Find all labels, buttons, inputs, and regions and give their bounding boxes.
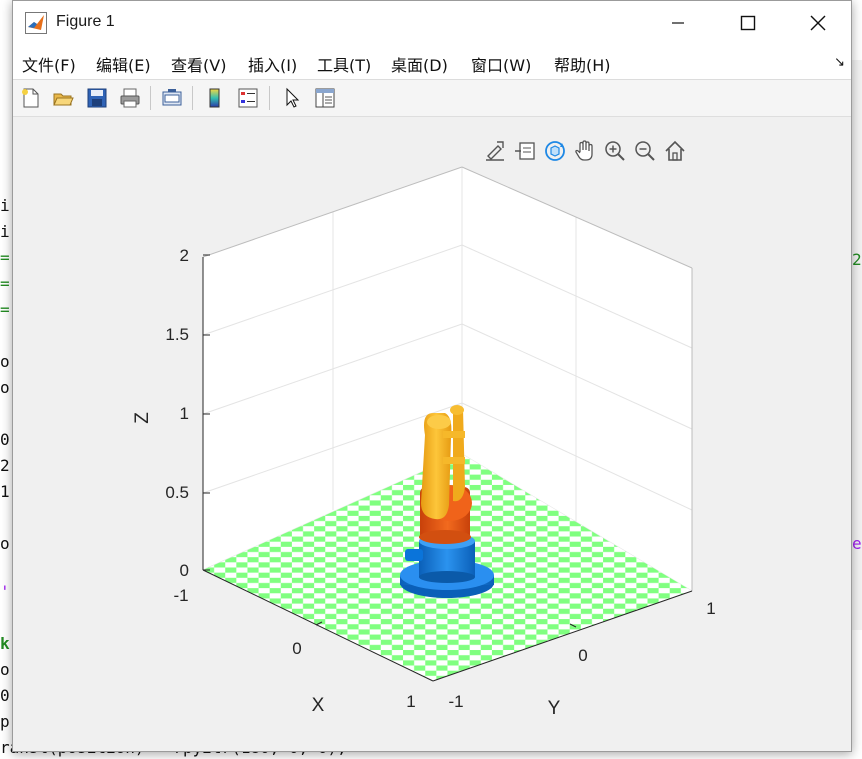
y-tick-label: 1 [706,599,715,618]
menu-insert[interactable]: 插入(I) [248,52,297,76]
matlab-logo-icon [25,12,47,34]
z-tick-label: 2 [180,246,189,265]
maximize-icon [740,15,756,31]
y-axis-label: Y [548,698,561,719]
z-tick-label: 1 [180,404,189,423]
link-plot-icon [162,89,182,106]
plot-area: 2 1.5 1 0.5 0 -1 0 1 -1 0 1 Z X Y [13,117,851,751]
x-tick-label: -1 [173,586,188,605]
pointer-arrow-icon [286,87,300,108]
colorbar-icon [209,88,220,108]
robot-arm-crossbar [443,431,465,438]
code-fragment: k [0,634,10,653]
robot-upper-arm [421,413,452,520]
code-fragment: o [0,534,10,553]
menu-view[interactable]: 查看(V) [171,52,226,76]
window-title: Figure 1 [56,13,115,30]
minimize-button[interactable] [643,1,713,45]
z-tick-label: 0 [180,561,189,580]
new-file-icon [22,88,39,108]
toolbar-separator [192,86,193,110]
robot-elbow-cap [450,405,464,415]
menu-desktop[interactable]: 桌面(D) [391,52,448,76]
code-fragment: o [0,660,10,679]
colorbar-button[interactable] [202,85,228,111]
property-inspector-icon [315,88,335,108]
x-tick-label: 0 [292,639,301,658]
z-axis-label: Z [132,412,153,424]
edit-plot-button[interactable] [279,85,305,111]
maximize-button[interactable] [713,1,783,45]
menu-bar: 文件(F) 编辑(E) 查看(V) 插入(I) 工具(T) 桌面(D) 窗口(W… [13,45,851,80]
code-fragment: = [0,248,10,267]
code-fragment: 0 [0,430,10,449]
y-tick-label: -1 [448,692,463,711]
robot-base-column-bottom [419,571,475,583]
axes-3d[interactable]: 2 1.5 1 0.5 0 -1 0 1 -1 0 1 Z X Y [13,117,851,751]
z-tick-label: 0.5 [165,483,189,502]
title-bar[interactable]: Figure 1 [13,1,851,45]
robot-base-side-box [405,549,423,561]
x-axis-label: X [312,695,325,716]
code-fragment: 27 [852,250,862,269]
legend-button[interactable] [235,85,261,111]
save-icon [87,88,107,108]
robot-arm-crossbar [443,457,465,464]
legend-icon [238,88,258,108]
open-folder-icon [53,93,74,106]
code-fragment: ' [0,582,10,601]
code-fragment: i [0,222,10,241]
minimize-icon [672,22,684,24]
code-fragment: = [0,300,10,319]
menu-tools[interactable]: 工具(T) [317,52,371,76]
menu-file[interactable]: 文件(F) [22,52,76,76]
code-fragment: p [0,712,10,731]
code-fragment: e [852,534,862,553]
code-fragment: o [0,378,10,397]
code-fragment: = [0,274,10,293]
toolbar-separator [269,86,270,110]
figure-toolbar [13,80,851,117]
code-fragment: 1 [0,482,10,501]
code-fragment: 0 [0,686,10,705]
menu-edit[interactable]: 编辑(E) [96,52,151,76]
dock-arrow-icon[interactable]: ↘ [834,55,845,70]
figure-window: Figure 1 文件(F) 编辑(E) 查看(V) 插入(I) 工具(T) 桌… [12,0,852,752]
y-tick-label: 0 [578,646,587,665]
close-icon [810,15,826,31]
z-tick-label: 1.5 [165,325,189,344]
menu-window[interactable]: 窗口(W) [471,52,531,76]
open-file-button[interactable] [50,85,76,111]
robot-elbow-cap [427,415,451,429]
print-button[interactable] [117,85,143,111]
new-figure-button[interactable] [17,85,43,111]
x-tick-label: 1 [406,692,415,711]
code-fragment: o [0,352,10,371]
print-icon [120,88,140,108]
robot-shoulder-bottom [419,530,471,544]
save-button[interactable] [84,85,110,111]
code-fragment: i [0,196,10,215]
robot-upper-arm-back [453,405,465,502]
menu-help[interactable]: 帮助(H) [554,52,611,76]
property-inspector-button[interactable] [312,85,338,111]
code-fragment: 2 [0,456,10,475]
link-plot-button[interactable] [159,85,185,111]
close-button[interactable] [783,1,853,45]
toolbar-separator [150,86,151,110]
